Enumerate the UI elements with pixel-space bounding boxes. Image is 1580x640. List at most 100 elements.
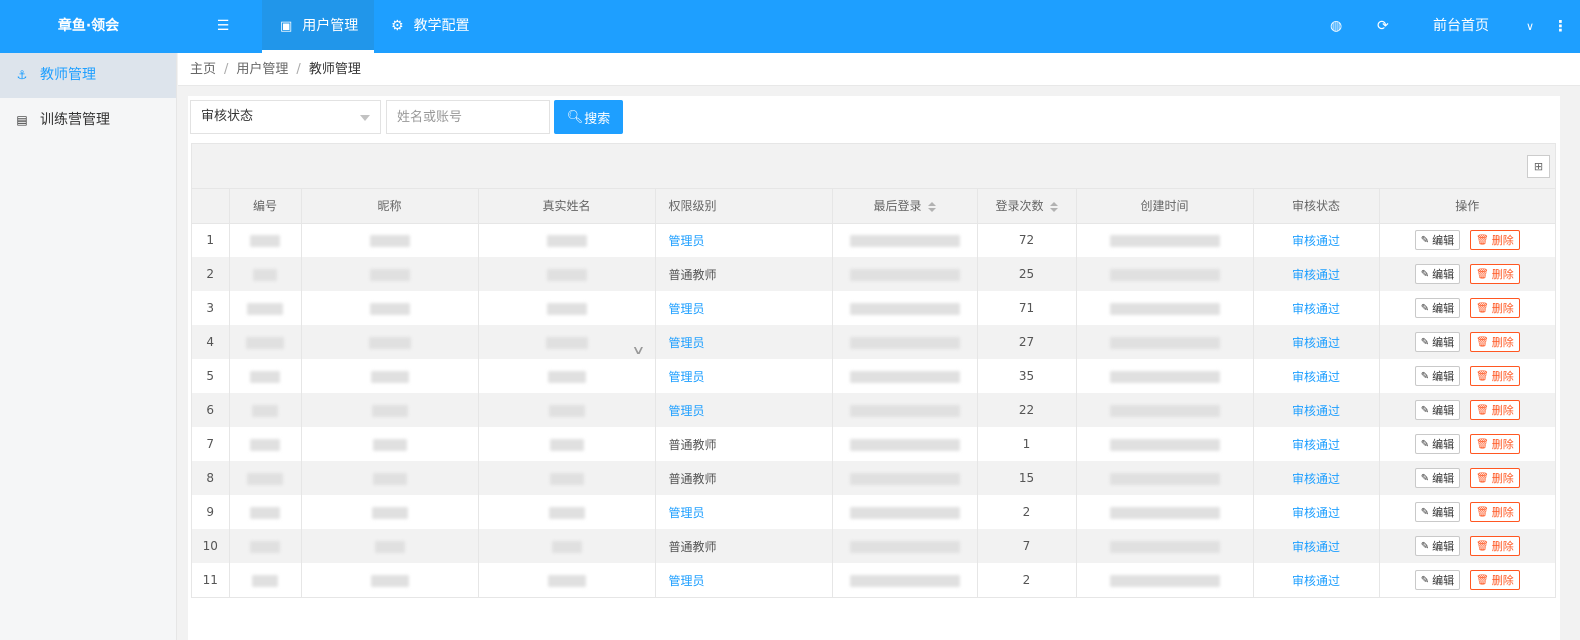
delete-button[interactable]: 🗑︎ 删除 [1470, 502, 1520, 522]
status-label[interactable]: 审核通过 [1292, 336, 1340, 350]
status-label[interactable]: 审核通过 [1292, 302, 1340, 316]
table-row[interactable]: 7 普通教师 1 审核通过 ✎ 编辑 🗑︎ 删除 [192, 427, 1555, 461]
table-row[interactable]: 6 管理员 22 审核通过 ✎ 编辑 🗑︎ 删除 [192, 393, 1555, 427]
delete-button[interactable]: 🗑︎ 删除 [1470, 536, 1520, 556]
search-input[interactable] [386, 100, 550, 134]
sidebar-item-camps[interactable]: ▤ 训练营管理 [0, 98, 176, 143]
breadcrumb-home[interactable]: 主页 [190, 62, 216, 77]
status-label[interactable]: 审核通过 [1292, 574, 1340, 588]
table-row[interactable]: 2 普通教师 25 审核通过 ✎ 编辑 🗑︎ 删除 [192, 257, 1555, 291]
status-label[interactable]: 审核通过 [1292, 506, 1340, 520]
delete-button[interactable]: 🗑︎ 删除 [1470, 400, 1520, 420]
status-label[interactable]: 审核通过 [1292, 404, 1340, 418]
cell-status[interactable]: 审核通过 [1253, 495, 1380, 529]
edit-button[interactable]: ✎ 编辑 [1414, 230, 1461, 251]
menu-toggle-icon[interactable]: ☰ [213, 0, 233, 53]
edit-button[interactable]: ✎ 编辑 [1414, 570, 1461, 590]
chevron-down-icon[interactable]: ∨ [1526, 0, 1534, 53]
edit-button[interactable]: ✎ 编辑 [1414, 332, 1461, 352]
delete-button[interactable]: 🗑︎ 删除 [1470, 434, 1520, 454]
cell-perm[interactable]: 普通教师 [655, 461, 833, 495]
status-label[interactable]: 审核通过 [1292, 234, 1340, 248]
refresh-icon[interactable]: ⟳ [1377, 0, 1389, 53]
search-button[interactable]: 🔍︎ 搜索 [554, 100, 623, 134]
cell-perm[interactable]: 管理员 [655, 495, 833, 529]
chevron-down-icon[interactable]: ∨ [631, 343, 645, 357]
globe-icon[interactable]: ◍ [1330, 0, 1342, 53]
status-label[interactable]: 审核通过 [1292, 268, 1340, 282]
status-label[interactable]: 审核通过 [1292, 540, 1340, 554]
table-row[interactable]: 8 普通教师 15 审核通过 ✎ 编辑 🗑︎ 删除 [192, 461, 1555, 495]
edit-button[interactable]: ✎ 编辑 [1414, 536, 1461, 556]
edit-button[interactable]: ✎ 编辑 [1414, 434, 1461, 454]
cell-perm[interactable]: 管理员 [655, 223, 833, 257]
cell-status[interactable]: 审核通过 [1253, 291, 1380, 325]
edit-button[interactable]: ✎ 编辑 [1414, 400, 1461, 420]
table-row[interactable]: 5 管理员 35 审核通过 ✎ 编辑 🗑︎ 删除 [192, 359, 1555, 393]
frontend-home-link[interactable]: 前台首页 [1433, 0, 1489, 53]
cell-perm[interactable]: 普通教师 [655, 257, 833, 291]
perm-label[interactable]: 管理员 [669, 574, 705, 588]
delete-button[interactable]: 🗑︎ 删除 [1470, 264, 1520, 284]
perm-label[interactable]: 普通教师 [669, 540, 717, 554]
status-label[interactable]: 审核通过 [1292, 370, 1340, 384]
perm-label[interactable]: 普通教师 [669, 472, 717, 486]
table-row[interactable]: 10 普通教师 7 审核通过 ✎ 编辑 🗑︎ 删除 [192, 529, 1555, 563]
sort-icon[interactable] [927, 201, 936, 212]
cell-status[interactable]: 审核通过 [1253, 325, 1380, 359]
sidebar-item-teachers[interactable]: ⚓ 教师管理 [0, 53, 176, 98]
perm-label[interactable]: 普通教师 [669, 268, 717, 282]
delete-button[interactable]: 🗑︎ 删除 [1470, 332, 1520, 352]
col-header-login-count[interactable]: 登录次数 [977, 189, 1077, 224]
cell-status[interactable]: 审核通过 [1253, 529, 1380, 563]
cell-status[interactable]: 审核通过 [1253, 257, 1380, 291]
edit-button[interactable]: ✎ 编辑 [1414, 366, 1461, 386]
cell-status[interactable]: 审核通过 [1253, 223, 1380, 257]
columns-filter-icon[interactable]: ⊞ [1527, 155, 1550, 178]
cell-perm[interactable]: 普通教师 [655, 427, 833, 461]
table-row[interactable]: 9 管理员 2 审核通过 ✎ 编辑 🗑︎ 删除 [192, 495, 1555, 529]
status-label[interactable]: 审核通过 [1292, 472, 1340, 486]
cell-status[interactable]: 审核通过 [1253, 427, 1380, 461]
delete-button-label: 删除 [1491, 472, 1514, 485]
table-row[interactable]: 4 管理员 27 审核通过 ✎ 编辑 🗑︎ 删除 [192, 325, 1555, 359]
delete-button[interactable]: 🗑︎ 删除 [1470, 570, 1520, 590]
nav-tab-teaching[interactable]: ⚙ 教学配置 [391, 0, 470, 53]
perm-label[interactable]: 管理员 [669, 506, 705, 520]
perm-label[interactable]: 管理员 [669, 234, 705, 248]
brand-logo[interactable]: 章鱼·领会 [0, 0, 177, 53]
table-row[interactable]: 11 管理员 2 审核通过 ✎ 编辑 🗑︎ 删除 [192, 563, 1555, 597]
more-vertical-icon[interactable]: ⋮ [1553, 0, 1568, 53]
status-label[interactable]: 审核通过 [1292, 438, 1340, 452]
cell-perm[interactable]: 管理员 [655, 563, 833, 597]
delete-button[interactable]: 🗑︎ 删除 [1470, 230, 1520, 251]
perm-label[interactable]: 管理员 [669, 370, 705, 384]
cell-status[interactable]: 审核通过 [1253, 563, 1380, 597]
perm-label[interactable]: 管理员 [669, 404, 705, 418]
cell-status[interactable]: 审核通过 [1253, 359, 1380, 393]
delete-button[interactable]: 🗑︎ 删除 [1470, 468, 1520, 488]
cell-perm[interactable]: 管理员 [655, 325, 833, 359]
delete-button[interactable]: 🗑︎ 删除 [1470, 298, 1520, 318]
cell-perm[interactable]: 管理员 [655, 393, 833, 427]
cell-perm[interactable]: 管理员 [655, 359, 833, 393]
perm-label[interactable]: 管理员 [669, 336, 705, 350]
table-row[interactable]: 3 管理员 71 审核通过 ✎ 编辑 🗑︎ 删除 [192, 291, 1555, 325]
delete-button[interactable]: 🗑︎ 删除 [1470, 366, 1520, 386]
sort-icon[interactable] [1049, 201, 1058, 212]
perm-label[interactable]: 管理员 [669, 302, 705, 316]
cell-status[interactable]: 审核通过 [1253, 393, 1380, 427]
cell-perm[interactable]: 普通教师 [655, 529, 833, 563]
edit-button[interactable]: ✎ 编辑 [1414, 468, 1461, 488]
edit-button[interactable]: ✎ 编辑 [1414, 264, 1461, 284]
edit-button[interactable]: ✎ 编辑 [1414, 502, 1461, 522]
cell-status[interactable]: 审核通过 [1253, 461, 1380, 495]
table-row[interactable]: 1 管理员 72 审核通过 ✎ 编辑 🗑︎ 删除 [192, 223, 1555, 257]
perm-label[interactable]: 普通教师 [669, 438, 717, 452]
edit-button[interactable]: ✎ 编辑 [1414, 298, 1461, 318]
breadcrumb-users[interactable]: 用户管理 [236, 62, 288, 77]
nav-tab-users[interactable]: ▣ 用户管理 [262, 0, 374, 53]
status-select[interactable]: 审核状态 [190, 100, 381, 134]
cell-perm[interactable]: 管理员 [655, 291, 833, 325]
col-header-last-login[interactable]: 最后登录 [832, 189, 978, 224]
